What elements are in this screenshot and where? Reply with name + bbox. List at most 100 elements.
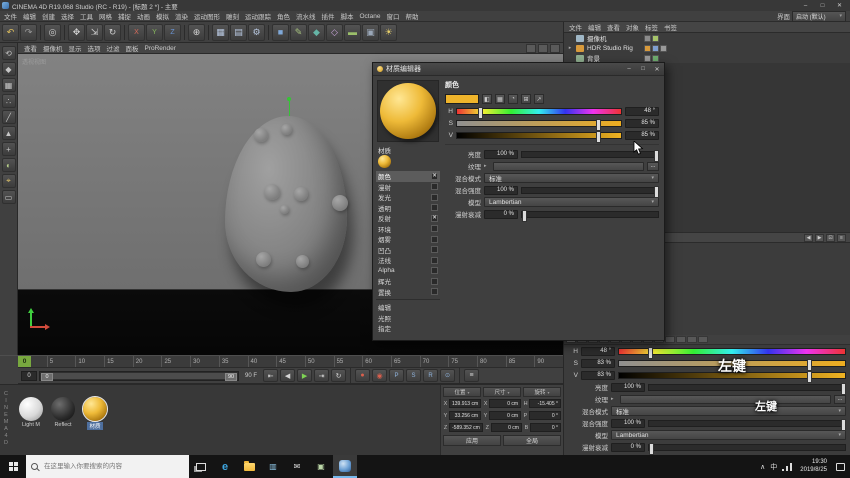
mail-button[interactable]: ✉ [285, 455, 309, 478]
slider-knob[interactable] [807, 371, 812, 383]
om-menu-edit[interactable]: 编辑 [585, 22, 604, 32]
saturation-slider[interactable] [456, 120, 622, 127]
undo-icon[interactable]: ↶ [2, 24, 19, 41]
channel-alpha[interactable]: Alpha [376, 266, 440, 277]
model-dropdown[interactable]: Lambertian [611, 430, 846, 440]
live-selection-icon[interactable]: ◎ [44, 24, 61, 41]
add-generator-icon[interactable]: ◆ [308, 24, 325, 41]
brightness-slider[interactable] [648, 384, 846, 391]
hue-slider[interactable] [618, 348, 846, 355]
ime-indicator[interactable]: 中 [770, 462, 777, 472]
layout-combo[interactable]: 启动 (默认) [792, 11, 846, 22]
mix-strength-slider[interactable] [521, 187, 659, 194]
history-back-icon[interactable]: ◀ [804, 234, 813, 242]
global-toggle[interactable]: 全局 [503, 435, 561, 446]
material-editor-window[interactable]: 材质编辑器 – □ ✕ 材质 颜色✕ 漫射 发光 透明 反射✕ 环境 烟雾 凹凸 [372, 62, 665, 341]
position-header[interactable]: 位置 [443, 387, 481, 397]
slider-knob[interactable] [596, 119, 601, 131]
channel-tab[interactable] [687, 336, 697, 343]
current-color-swatch[interactable] [445, 94, 479, 104]
channel-displacement[interactable]: 置换 [376, 287, 440, 298]
slider-knob[interactable] [596, 131, 601, 143]
maximize-button[interactable]: □ [636, 63, 650, 76]
size-z-field[interactable]: 0 cm [491, 423, 522, 432]
channel-checkbox[interactable] [431, 236, 438, 243]
slider-knob[interactable] [841, 419, 846, 431]
material-thumb-icon[interactable] [378, 155, 391, 168]
model-dropdown[interactable]: Lambertian [484, 197, 659, 207]
add-spline-icon[interactable]: ✎ [290, 24, 307, 41]
object-row-camera[interactable]: 摄像机 [564, 33, 850, 43]
action-center-icon[interactable] [836, 463, 845, 471]
channel-reflectance[interactable]: 反射✕ [376, 213, 440, 224]
play-button[interactable]: ▶ [297, 369, 312, 382]
channel-editor[interactable]: 编辑 [376, 302, 440, 313]
hue-value[interactable]: 48 ° [581, 347, 615, 356]
store-button[interactable]: ▥ [261, 455, 285, 478]
channel-checkbox[interactable] [431, 225, 438, 232]
scale-tool-icon[interactable]: ⇲ [86, 24, 103, 41]
lock-y-icon[interactable]: Y [146, 24, 163, 41]
texture-expand-icon[interactable]: ▸ [484, 163, 490, 169]
viewport-toggle-icon[interactable] [526, 44, 536, 53]
make-editable-icon[interactable]: ⟲ [2, 46, 16, 60]
mix-mode-dropdown[interactable]: 标准 [611, 406, 846, 416]
add-camera-icon[interactable]: ▣ [362, 24, 379, 41]
material-swatch-gold[interactable]: 材质 [82, 397, 108, 430]
rotation-b-field[interactable]: 0 ° [530, 423, 561, 432]
channel-glow[interactable]: 辉光 [376, 276, 440, 287]
channel-checkbox[interactable] [431, 183, 438, 190]
channel-luminance[interactable]: 发光 [376, 192, 440, 203]
size-x-field[interactable]: 0 cm [489, 399, 521, 408]
channel-normal[interactable]: 法线 [376, 255, 440, 266]
slider-knob[interactable] [654, 150, 659, 162]
workplane-icon[interactable]: ▭ [2, 190, 16, 204]
photos-button[interactable]: ▣ [309, 455, 333, 478]
slider-knob[interactable] [522, 210, 527, 222]
network-icon[interactable] [782, 463, 792, 471]
value-slider[interactable] [456, 132, 622, 139]
taskbar-clock[interactable]: 19:30 2019/8/25 [796, 455, 831, 478]
maximize-button[interactable]: □ [814, 0, 831, 11]
channel-checkbox[interactable] [431, 278, 438, 285]
goto-end-button[interactable]: ⇥ [314, 369, 329, 382]
frame-range-slider[interactable]: 0 90 [39, 371, 239, 381]
texture-slot-button[interactable] [493, 162, 644, 171]
lock-icon[interactable]: ⊡ [826, 234, 835, 242]
menu-render[interactable]: 渲染 [172, 11, 191, 21]
texture-browse-button[interactable]: ... [647, 162, 659, 171]
menu-sculpt[interactable]: 雕刻 [223, 11, 242, 21]
close-button[interactable]: ✕ [650, 63, 664, 76]
taskbar-search[interactable] [26, 455, 189, 478]
record-rotation-toggle[interactable]: R [423, 369, 438, 382]
vp-menu-options[interactable]: 选项 [85, 43, 104, 53]
model-body[interactable] [225, 116, 347, 292]
om-menu-view[interactable]: 查看 [604, 22, 623, 32]
add-floor-icon[interactable]: ▬ [344, 24, 361, 41]
om-menu-objects[interactable]: 对象 [623, 22, 642, 32]
slider-knob[interactable] [649, 443, 654, 455]
menu-file[interactable]: 文件 [1, 11, 20, 21]
vp-menu-panel[interactable]: 面板 [123, 43, 142, 53]
channel-checkbox[interactable]: ✕ [431, 215, 438, 222]
menu-select[interactable]: 选择 [58, 11, 77, 21]
texture-browse-button[interactable]: ... [834, 395, 846, 404]
menu-mograph[interactable]: 运动图形 [191, 11, 223, 21]
slider-knob[interactable] [841, 383, 846, 395]
mix-strength-value[interactable]: 100 % [484, 186, 518, 195]
material-name[interactable]: Light M [22, 422, 40, 428]
add-cube-icon[interactable]: ■ [272, 24, 289, 41]
swatch-mode-icon[interactable]: ◧ [482, 94, 492, 104]
rotation-header[interactable]: 旋转 [523, 387, 561, 397]
channel-bump[interactable]: 凹凸 [376, 245, 440, 256]
lock-z-icon[interactable]: Z [164, 24, 181, 41]
menu-help[interactable]: 帮助 [402, 11, 421, 21]
menu-plugins[interactable]: 插件 [319, 11, 338, 21]
menu-pipeline[interactable]: 流水线 [293, 11, 319, 21]
tag-icon[interactable] [652, 45, 659, 52]
channel-tab[interactable] [698, 336, 708, 343]
falloff-slider[interactable] [648, 444, 846, 451]
range-end-handle[interactable]: 90 [225, 373, 237, 381]
polygons-mode-icon[interactable]: ▲ [2, 126, 16, 140]
model-mode-icon[interactable]: ◆ [2, 62, 16, 76]
